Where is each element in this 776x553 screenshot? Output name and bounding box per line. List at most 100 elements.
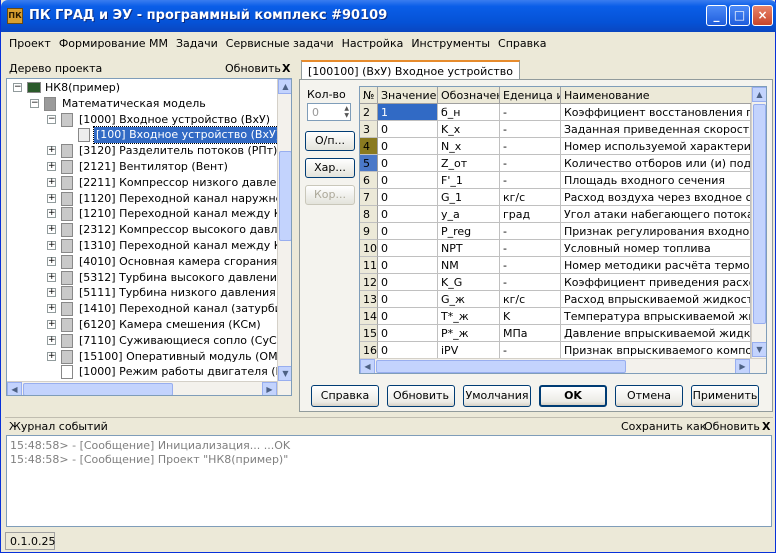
unit-cell[interactable]: - xyxy=(500,172,561,189)
minimize-button[interactable]: _ xyxy=(706,5,727,26)
unit-cell[interactable]: - xyxy=(500,342,561,359)
scroll-right-icon[interactable]: ▶ xyxy=(262,382,277,395)
tree-item[interactable]: [100] Входное устройство (ВхУ) xyxy=(7,126,283,145)
tree-item[interactable]: + [5312] Турбина высокого давления (Т xyxy=(7,270,291,286)
tree-item[interactable]: + [15100] Оперативный модуль (ОМ_) xyxy=(7,349,287,365)
name-cell[interactable]: Давление впрыскиваемой жидкости xyxy=(561,325,751,342)
name-cell[interactable]: Признак впрыскиваемого компонент xyxy=(561,342,751,359)
tree-horizontal-scrollbar[interactable]: ◀ ▶ xyxy=(7,381,277,395)
expand-icon[interactable]: + xyxy=(47,288,56,298)
title-bar[interactable]: ПК ПК ГРАД и ЭУ - программный комплекс #… xyxy=(1,0,776,32)
parameters-grid[interactable]: № Значение Обозначен Еденица из Наименов… xyxy=(359,86,767,374)
name-cell[interactable]: Количество отборов или (и) подводо xyxy=(561,155,751,172)
tree-item[interactable]: + [2312] Компрессор высокого давлени xyxy=(7,222,291,238)
symbol-cell[interactable]: T*_ж xyxy=(438,308,500,325)
expand-icon[interactable]: + xyxy=(47,209,56,219)
tree-item[interactable]: + [2211] Компрессор низкого давления xyxy=(7,175,291,191)
value-cell[interactable]: 0 xyxy=(378,138,438,155)
splitter[interactable] xyxy=(5,417,773,418)
unit-cell[interactable]: кг/с xyxy=(500,291,561,308)
event-log[interactable]: 15:48:58> - [Сообщение] Инициализация...… xyxy=(6,435,772,527)
scroll-left-icon[interactable]: ◀ xyxy=(7,382,22,395)
grid-hscroll-thumb[interactable] xyxy=(376,360,626,373)
value-cell[interactable]: 0 xyxy=(378,308,438,325)
name-cell[interactable]: Расход впрыскиваемой жидкости ил xyxy=(561,291,751,308)
name-cell[interactable]: Коэффициент восстановления полно xyxy=(561,104,751,121)
characteristics-button[interactable]: Хар... xyxy=(305,158,355,178)
project-tree[interactable]: [12000] Константы математической м[1000]… xyxy=(6,78,292,396)
grid-scroll-left-icon[interactable]: ◀ xyxy=(360,359,375,373)
tree-item[interactable]: − НК8(пример) xyxy=(7,80,277,96)
name-cell[interactable]: Условный номер топлива xyxy=(561,240,751,257)
collapse-icon[interactable]: − xyxy=(30,98,39,108)
tree-item[interactable]: + [1210] Переходной канал между КНД xyxy=(7,206,291,222)
name-cell[interactable]: Номер используемой характеристик xyxy=(561,138,751,155)
scroll-up-icon[interactable]: ▲ xyxy=(278,79,291,94)
menu-tools[interactable]: Инструменты xyxy=(407,34,494,50)
ok-button[interactable]: OK xyxy=(539,385,607,407)
unit-cell[interactable]: - xyxy=(500,223,561,240)
tree-item[interactable]: + [5111] Турбина низкого давления (ТН xyxy=(7,285,291,301)
value-cell[interactable]: 0 xyxy=(378,342,438,359)
help-button[interactable]: Справка xyxy=(311,385,379,407)
name-cell[interactable]: Признак регулирования входного ус xyxy=(561,223,751,240)
value-cell[interactable]: 0 xyxy=(378,206,438,223)
value-cell[interactable]: 0 xyxy=(378,155,438,172)
name-cell[interactable]: Номер методики расчёта термогазод xyxy=(561,257,751,274)
menu-help[interactable]: Справка xyxy=(494,34,550,50)
col-header-unit[interactable]: Еденица из xyxy=(500,87,561,104)
scroll-thumb[interactable] xyxy=(279,151,291,241)
tree-item[interactable]: [1000] Режим работы двигателя (РРД xyxy=(7,364,291,380)
value-cell[interactable]: 0 xyxy=(378,172,438,189)
expand-icon[interactable]: + xyxy=(47,320,56,329)
name-cell[interactable]: Угол атаки набегающего потока xyxy=(561,206,751,223)
value-cell[interactable]: 0 xyxy=(378,240,438,257)
tree-item[interactable]: + [7110] Суживающиеся сопло (СуС) xyxy=(7,333,281,349)
value-cell[interactable]: 0 xyxy=(378,223,438,240)
grid-scroll-right-icon[interactable]: ▶ xyxy=(735,359,750,373)
collapse-icon[interactable]: − xyxy=(13,83,22,92)
tree-item[interactable]: − [1000] Входное устройство (ВхУ) xyxy=(7,112,277,128)
value-cell[interactable]: 0 xyxy=(378,291,438,308)
symbol-cell[interactable]: у_а xyxy=(438,206,500,223)
symbol-cell[interactable]: K_x xyxy=(438,121,500,138)
tree-item[interactable]: + [3120] Разделитель потоков (РПт) xyxy=(7,143,277,159)
collapse-icon[interactable]: − xyxy=(47,114,56,124)
grid-scroll-thumb[interactable] xyxy=(753,104,766,324)
unit-cell[interactable]: МПа xyxy=(500,325,561,342)
apply-button[interactable]: Применить xyxy=(691,385,759,407)
symbol-cell[interactable]: P_reg xyxy=(438,223,500,240)
menu-tasks[interactable]: Задачи xyxy=(172,34,222,50)
expand-icon[interactable]: + xyxy=(47,162,56,171)
tree-item[interactable]: + [2121] Вентилятор (Вент) xyxy=(7,159,277,175)
expand-icon[interactable]: + xyxy=(47,272,56,282)
grid-vertical-scrollbar[interactable]: ▲ ▼ xyxy=(751,87,766,358)
col-header-number[interactable]: № xyxy=(360,87,378,104)
unit-cell[interactable]: - xyxy=(500,121,561,138)
symbol-cell[interactable]: G_ж xyxy=(438,291,500,308)
symbol-cell[interactable]: iPV xyxy=(438,342,500,359)
unit-cell[interactable]: кг/с xyxy=(500,189,561,206)
name-cell[interactable]: Расход воздуха через входное сечен xyxy=(561,189,751,206)
hscroll-thumb[interactable] xyxy=(23,383,173,395)
maximize-button[interactable]: □ xyxy=(729,5,750,26)
unit-cell[interactable]: - xyxy=(500,240,561,257)
tree-item[interactable]: − Математическая модель xyxy=(7,96,277,112)
symbol-cell[interactable]: G_1 xyxy=(438,189,500,206)
symbol-cell[interactable]: K_G xyxy=(438,274,500,291)
tree-item[interactable]: + [1410] Переходной канал (затурбинн xyxy=(7,301,291,317)
tree-item[interactable]: + [6120] Камера смешения (КСм) xyxy=(7,317,277,333)
menu-service-tasks[interactable]: Сервисные задачи xyxy=(222,34,338,50)
scroll-down-icon[interactable]: ▼ xyxy=(278,366,291,381)
expand-icon[interactable]: + xyxy=(47,225,56,235)
refresh-button[interactable]: Обновить xyxy=(387,385,455,407)
value-cell[interactable]: 0 xyxy=(378,274,438,291)
op-button[interactable]: О/п... xyxy=(305,131,355,151)
tree-vertical-scrollbar[interactable]: ▲ ▼ xyxy=(277,79,291,395)
menu-settings[interactable]: Настройка xyxy=(338,34,408,50)
cancel-button[interactable]: Отмена xyxy=(615,385,683,407)
expand-icon[interactable]: + xyxy=(47,335,56,345)
col-header-symbol[interactable]: Обозначен xyxy=(438,87,500,104)
menu-model[interactable]: Формирование ММ xyxy=(55,34,172,50)
expand-icon[interactable]: + xyxy=(47,241,56,250)
